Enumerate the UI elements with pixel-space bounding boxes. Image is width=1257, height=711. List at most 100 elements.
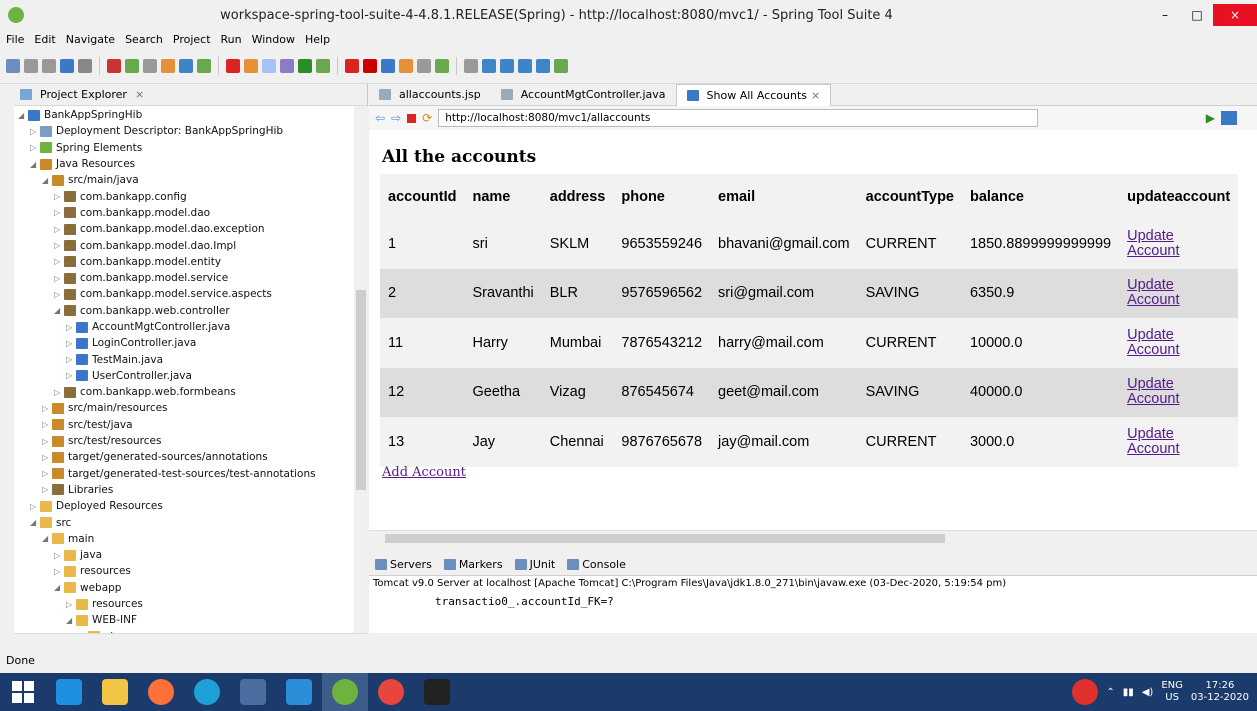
refresh-icon[interactable]: ⟳ [422,111,432,125]
start-button[interactable] [0,673,46,711]
toolbar-button-icon[interactable] [518,58,532,73]
toolbar-button-icon[interactable] [280,58,294,73]
console-tab-markers[interactable]: Markers [443,558,503,571]
tree-item[interactable]: ▷ AccountMgtController.java [14,319,367,335]
console-horizontal-scrollbar[interactable] [369,633,1257,647]
clock[interactable]: 17:26 03-12-2020 [1191,680,1249,704]
close-tab-icon[interactable]: ⨯ [811,89,820,102]
toolbar-button-icon[interactable] [500,58,514,73]
language-indicator[interactable]: ENG US [1161,680,1183,704]
tree-item[interactable]: ◢ com.bankapp.web.controller [14,303,367,319]
tree-item[interactable]: ▷ src/test/resources [14,433,367,449]
expanded-arrow-icon[interactable]: ◢ [54,583,64,592]
minimize-button[interactable]: – [1149,4,1181,26]
tree-item[interactable]: ◢ WEB-INF [14,612,367,628]
update-account-link[interactable]: Update Account [1127,327,1230,358]
editor-tab[interactable]: Show All Accounts ⨯ [675,83,832,106]
tree-item[interactable]: ▷ com.bankapp.config [14,188,367,204]
browser-scroll-thumb[interactable] [385,534,945,543]
collapsed-arrow-icon[interactable]: ▷ [54,225,64,234]
tree-item[interactable]: ▷ target/generated-sources/annotations [14,449,367,465]
explorer-scroll-thumb[interactable] [356,290,366,490]
toolbar-button-icon[interactable] [363,58,377,73]
close-button[interactable]: × [1213,4,1257,26]
collapsed-arrow-icon[interactable]: ▷ [42,485,52,494]
taskbar-firefox[interactable] [138,673,184,711]
tree-item[interactable]: ▷ Libraries [14,482,367,498]
expanded-arrow-icon[interactable]: ◢ [42,176,52,185]
toolbar-button-icon[interactable] [107,58,121,73]
tree-item[interactable]: ◢ BankAppSpringHib [14,107,367,123]
tree-item[interactable]: ▷ com.bankapp.model.dao.Impl [14,237,367,253]
collapsed-arrow-icon[interactable]: ▷ [66,355,76,364]
menu-run[interactable]: Run [221,33,242,46]
toolbar-button-icon[interactable] [417,58,431,73]
taskbar-edge[interactable] [184,673,230,711]
tree-item[interactable]: ◢ src [14,514,367,530]
taskbar-mysql[interactable] [414,673,460,711]
toolbar-button-icon[interactable] [464,58,478,73]
url-input[interactable]: http://localhost:8080/mvc1/allaccounts [438,109,1039,127]
collapsed-arrow-icon[interactable]: ▷ [54,208,64,217]
tree-item[interactable]: ▷ com.bankapp.model.service [14,270,367,286]
toolbar-button-icon[interactable] [179,58,193,73]
console-tab-console[interactable]: Console [567,558,626,571]
collapsed-arrow-icon[interactable]: ▷ [30,127,40,136]
taskbar-vscode[interactable] [276,673,322,711]
tree-item[interactable]: ▷ com.bankapp.model.service.aspects [14,286,367,302]
notification-app-icon[interactable] [1072,679,1099,705]
tree-item[interactable]: ▷ target/generated-test-sources/test-anno… [14,466,367,482]
menu-window[interactable]: Window [252,33,295,46]
toolbar-button-icon[interactable] [536,58,550,73]
toolbar-button-icon[interactable] [345,58,359,73]
tree-item[interactable]: ▷ TestMain.java [14,351,367,367]
tree-item[interactable]: ▷ java [14,547,367,563]
tree-item[interactable]: ▷ com.bankapp.model.dao.exception [14,221,367,237]
toolbar-button-icon[interactable] [42,58,56,73]
collapsed-arrow-icon[interactable]: ▷ [54,290,64,299]
tree-item[interactable]: ▷ Spring Elements [14,140,367,156]
tray-chevron-icon[interactable]: ⌃ [1106,687,1114,698]
close-view-icon[interactable]: ⨯ [135,88,144,101]
toolbar-button-icon[interactable] [143,58,157,73]
collapsed-arrow-icon[interactable]: ▷ [42,404,52,413]
console-tab-junit[interactable]: JUnit [514,558,555,571]
taskbar-explorer[interactable] [92,673,138,711]
collapsed-arrow-icon[interactable]: ▷ [30,143,40,152]
tree-item[interactable]: ▷ com.bankapp.model.dao [14,205,367,221]
tree-item[interactable]: ▷ resources [14,563,367,579]
toolbar-button-icon[interactable] [244,58,258,73]
expanded-arrow-icon[interactable]: ◢ [54,306,64,315]
tree-item[interactable]: ▷ UserController.java [14,368,367,384]
toolbar-button-icon[interactable] [78,58,92,73]
network-icon[interactable]: ▮▮ [1123,687,1134,698]
tree-item[interactable]: ▷ Deployment Descriptor: BankAppSpringHib [14,123,367,139]
toolbar-button-icon[interactable] [197,58,211,73]
menu-help[interactable]: Help [305,33,330,46]
expanded-arrow-icon[interactable]: ◢ [30,518,40,527]
toolbar-button-icon[interactable] [125,58,139,73]
collapsed-arrow-icon[interactable]: ▷ [66,339,76,348]
toolbar-button-icon[interactable] [24,58,38,73]
toolbar-button-icon[interactable] [298,58,312,73]
collapsed-arrow-icon[interactable]: ▷ [54,551,64,560]
taskbar-app[interactable] [230,673,276,711]
maximize-button[interactable]: □ [1181,4,1213,26]
menu-search[interactable]: Search [125,33,163,46]
collapsed-arrow-icon[interactable]: ▷ [54,241,64,250]
add-account-link[interactable]: Add Account [382,465,466,480]
update-account-link[interactable]: Update Account [1127,228,1230,259]
collapsed-arrow-icon[interactable]: ▷ [54,388,64,397]
collapsed-arrow-icon[interactable]: ▷ [42,453,52,462]
update-account-link[interactable]: Update Account [1127,377,1230,407]
back-arrow-icon[interactable]: ⇦ [375,111,385,125]
tree-item[interactable]: ▷ src/main/resources [14,400,367,416]
forward-arrow-icon[interactable]: ⇨ [391,111,401,125]
collapsed-arrow-icon[interactable]: ▷ [42,420,52,429]
toolbar-button-icon[interactable] [161,58,175,73]
collapsed-arrow-icon[interactable]: ▷ [42,437,52,446]
taskbar-sts[interactable] [322,673,368,711]
menu-navigate[interactable]: Navigate [66,33,115,46]
tree-item[interactable]: ◢ main [14,531,367,547]
collapsed-arrow-icon[interactable]: ▷ [30,502,40,511]
